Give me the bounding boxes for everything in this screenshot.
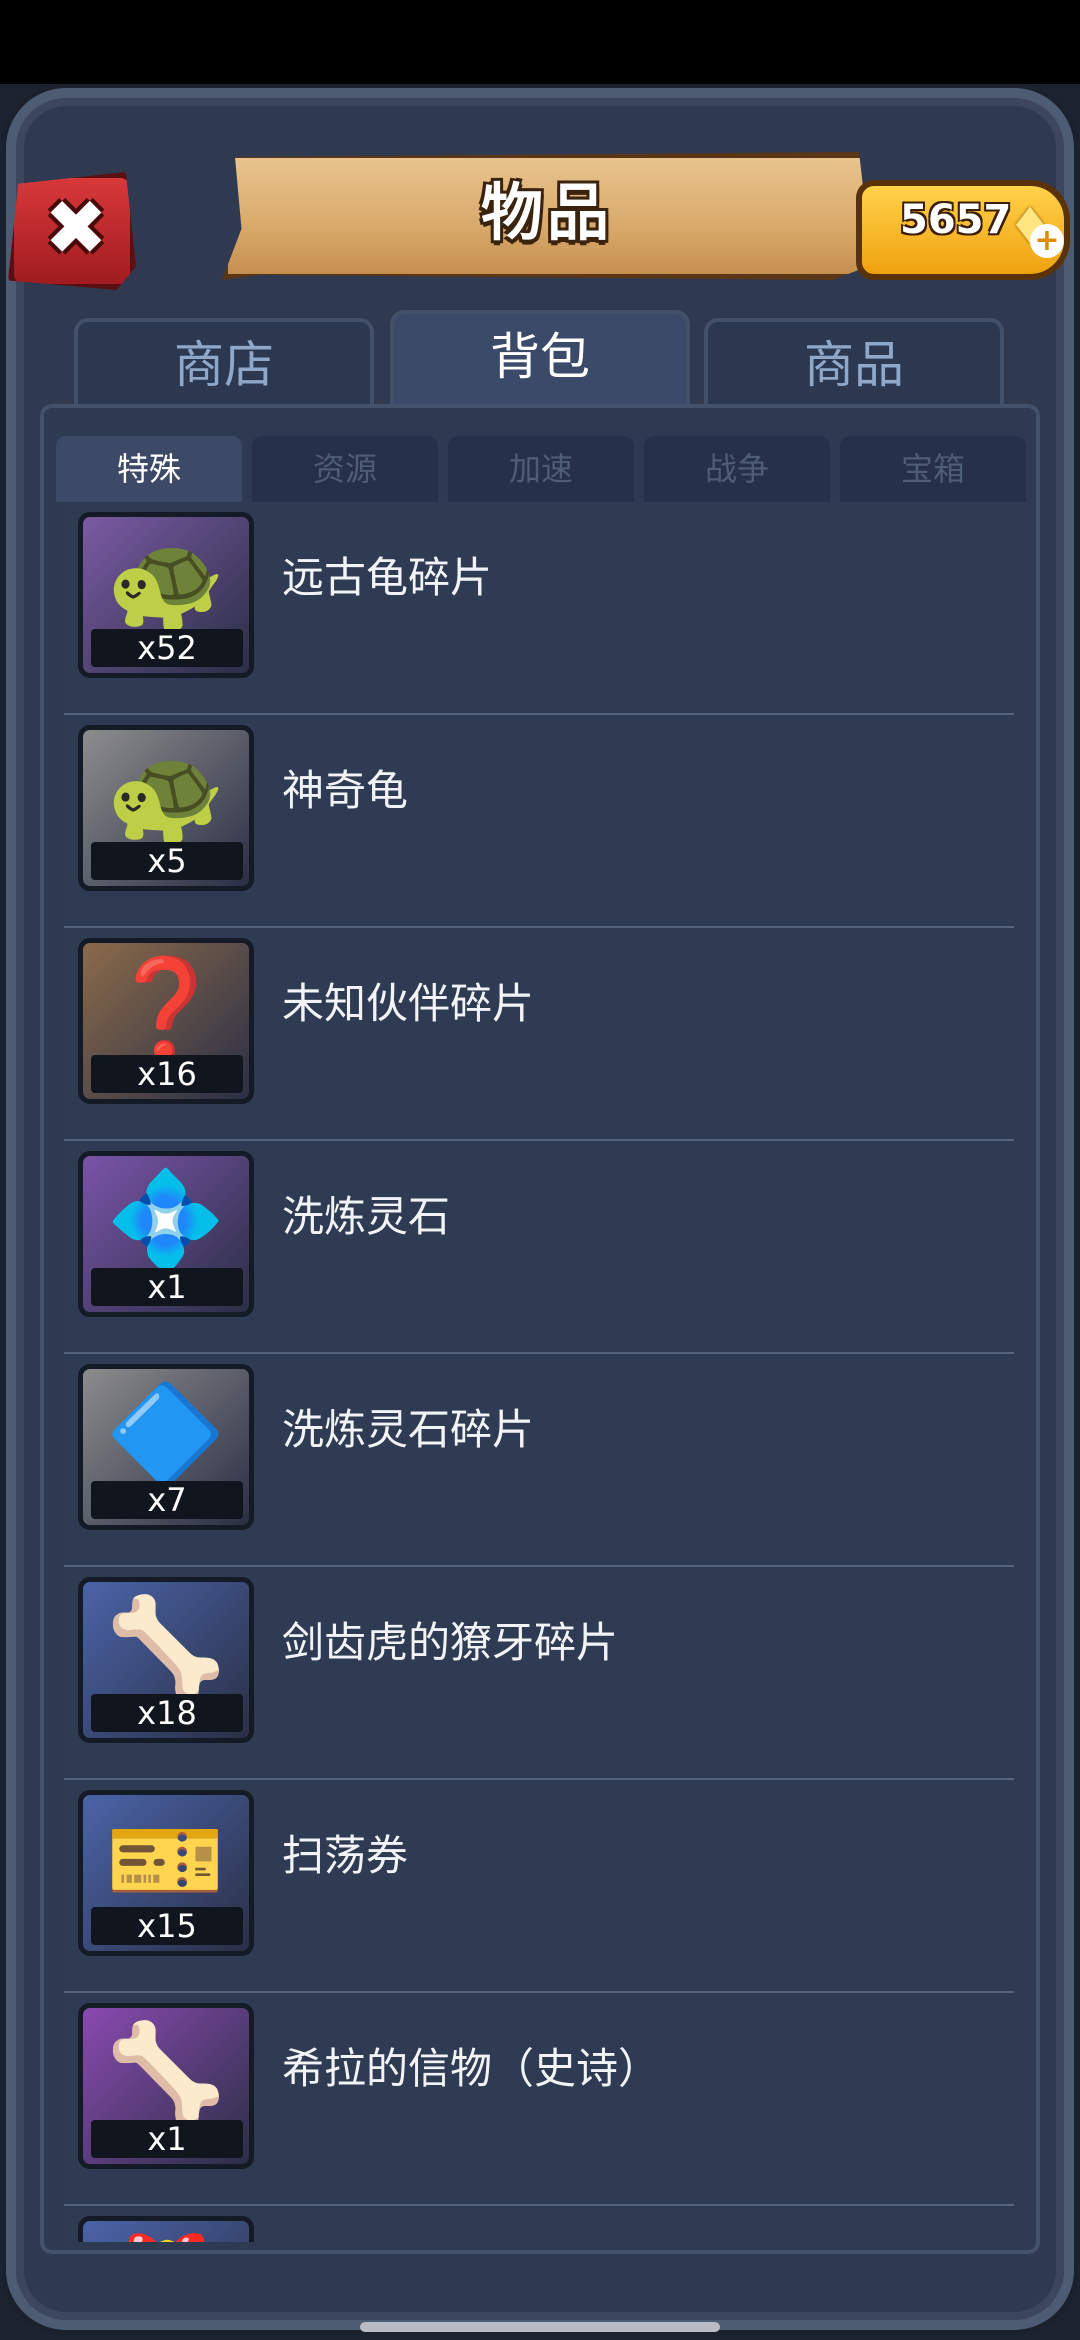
list-item[interactable]: 💠 x1 洗炼灵石 — [64, 1141, 1014, 1354]
item-thumbnail[interactable]: 🔷 x7 — [78, 1364, 254, 1530]
item-name: 洗炼灵石 — [282, 1192, 451, 1241]
subtab-war[interactable]: 战争 — [644, 436, 830, 502]
item-quantity: x52 — [91, 629, 243, 667]
item-thumbnail[interactable]: 🐢 x5 — [78, 725, 254, 891]
item-name: 洗炼灵石碎片 — [282, 1405, 535, 1454]
gem-count: 5657 — [900, 197, 1012, 243]
page-title: 物品 — [480, 176, 613, 249]
list-item[interactable]: 🔷 x7 洗炼灵石碎片 — [64, 1354, 1014, 1567]
item-thumbnail[interactable]: 🎁 — [78, 2216, 254, 2242]
item-thumbnail[interactable]: 🎫 x15 — [78, 1790, 254, 1956]
item-thumbnail[interactable]: 🦴 x18 — [78, 1577, 254, 1743]
item-name: 扫荡券 — [282, 1831, 409, 1880]
item-thumbnail[interactable]: 🐢 x52 — [78, 512, 254, 678]
item-name: 希拉的信物（史诗） — [282, 2044, 661, 2093]
item-list[interactable]: 🐢 x52 远古龟碎片 🐢 x5 神奇龟 ❓ x16 未知伙伴碎片 💠 x1 洗炼灵石 🔷 x7 洗炼灵石碎… — [64, 502, 1034, 2242]
item-name: 未知伙伴碎片 — [282, 979, 535, 1028]
list-item[interactable]: 🦴 x1 希拉的信物（史诗） — [64, 1993, 1014, 2206]
subtab-resources[interactable]: 资源 — [252, 436, 438, 502]
item-quantity: x16 — [91, 1055, 243, 1093]
item-quantity: x1 — [91, 1268, 243, 1306]
subtab-speedup[interactable]: 加速 — [448, 436, 634, 502]
close-icon[interactable]: ✖ — [36, 188, 116, 268]
item-name: 神奇龟 — [282, 766, 409, 815]
main-tabs: 商店 背包 商品 — [74, 310, 1004, 408]
home-indicator[interactable] — [360, 2322, 720, 2332]
list-item[interactable]: ❓ x16 未知伙伴碎片 — [64, 928, 1014, 1141]
tab-backpack[interactable]: 背包 — [390, 310, 690, 408]
item-quantity: x18 — [91, 1694, 243, 1732]
tab-goods[interactable]: 商品 — [704, 318, 1004, 408]
item-quantity: x15 — [91, 1907, 243, 1945]
item-quantity: x7 — [91, 1481, 243, 1519]
sub-tabs: 特殊 资源 加速 战争 宝箱 — [56, 436, 1026, 502]
list-item[interactable]: 🦴 x18 剑齿虎的獠牙碎片 — [64, 1567, 1014, 1780]
item-thumbnail[interactable]: 💠 x1 — [78, 1151, 254, 1317]
item-name: 剑齿虎的獠牙碎片 — [282, 1618, 619, 1667]
tab-shop[interactable]: 商店 — [74, 318, 374, 408]
item-thumbnail[interactable]: ❓ x16 — [78, 938, 254, 1104]
subtab-special[interactable]: 特殊 — [56, 436, 242, 502]
list-item[interactable]: 🐢 x5 神奇龟 — [64, 715, 1014, 928]
subtab-chest[interactable]: 宝箱 — [840, 436, 1026, 502]
status-bar — [0, 0, 1080, 84]
list-item[interactable]: 🎫 x15 扫荡券 — [64, 1780, 1014, 1993]
item-quantity: x5 — [91, 842, 243, 880]
plus-icon[interactable]: + — [1030, 224, 1064, 258]
item-name: 远古龟碎片 — [282, 553, 493, 602]
partial-item-icon: 🎁 — [83, 2221, 249, 2242]
list-item[interactable]: 🐢 x52 远古龟碎片 — [64, 502, 1014, 715]
list-item[interactable]: 🎁 — [64, 2206, 1014, 2242]
item-thumbnail[interactable]: 🦴 x1 — [78, 2003, 254, 2169]
item-quantity: x1 — [91, 2120, 243, 2158]
